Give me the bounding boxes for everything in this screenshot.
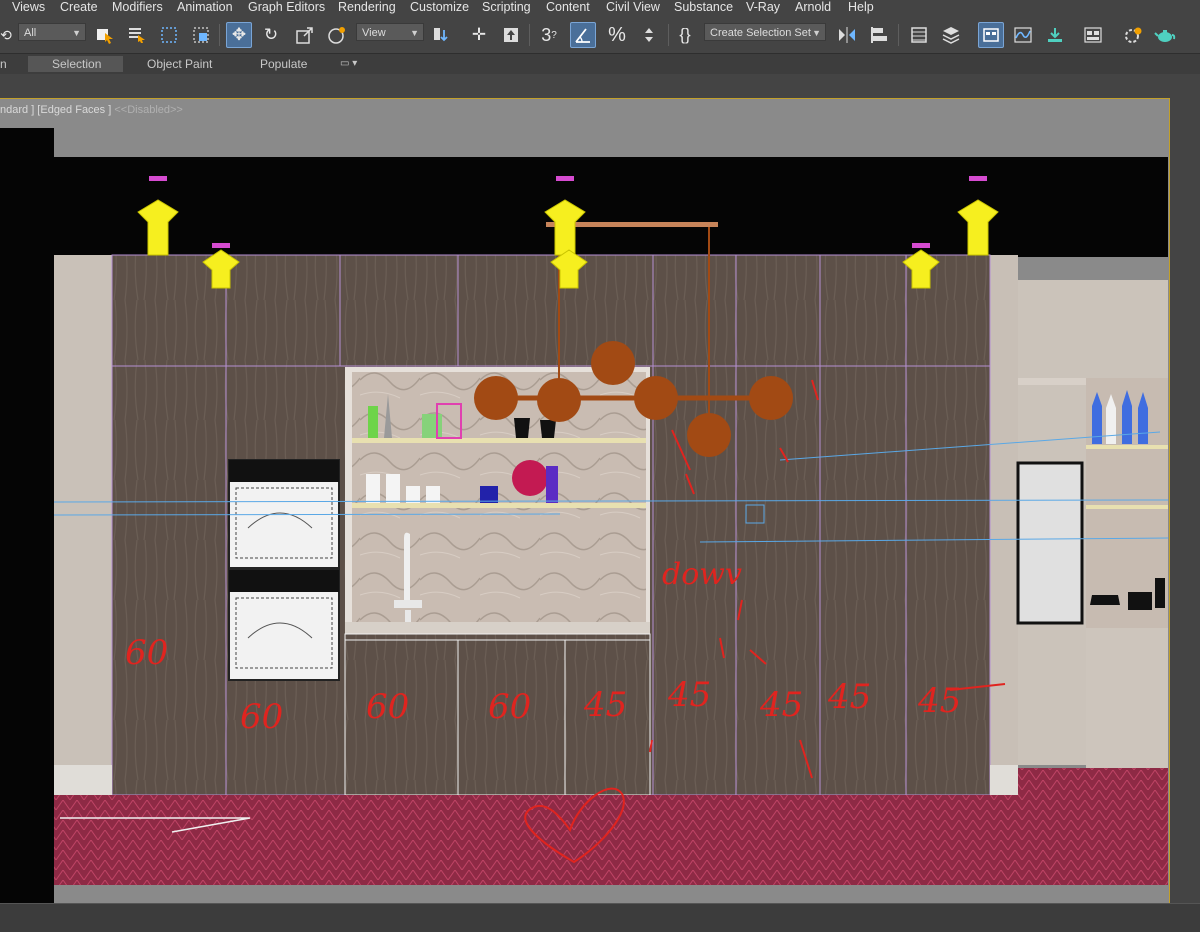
shelf-lower [352, 503, 646, 508]
right-oven [1016, 461, 1084, 625]
green-bottle [368, 406, 378, 438]
ceiling-soffit [54, 157, 1168, 257]
white-glass-4 [426, 486, 440, 503]
annotation-60-left: 60 [125, 633, 168, 673]
white-glass-3 [406, 486, 420, 503]
green-jar [422, 414, 442, 438]
left-wall [54, 255, 112, 795]
annotation-60-oven: 60 [240, 697, 283, 737]
annotation-45-4: 45 [827, 677, 871, 717]
annotation-45-1: 45 [583, 685, 627, 725]
viewport-scene[interactable]: 60 60 60 60 45 45 45 45 45 dowv [0, 0, 1200, 931]
right-wall-pillar [990, 255, 1018, 795]
red-plate [512, 460, 548, 496]
annotation-45-5: 45 [917, 681, 961, 721]
herringbone-floor [54, 795, 1168, 885]
white-glass-2 [386, 474, 400, 503]
status-bar [0, 903, 1200, 932]
annotation-60-base-1: 60 [366, 687, 409, 727]
faucet [404, 532, 410, 600]
black-cup-2 [540, 420, 556, 438]
annotation-60-base-2: 60 [488, 687, 531, 727]
blue-jar [480, 486, 498, 503]
annotation-45-3: 45 [759, 685, 803, 725]
viewport-label[interactable]: ndard ] [Edged Faces ] <<Disabled>> [0, 104, 183, 116]
white-glass-1 [366, 474, 380, 503]
annotation-45-2: 45 [667, 675, 711, 715]
annotation-scribble: dowv [662, 557, 742, 592]
countertop [345, 622, 650, 634]
purple-bottle [546, 466, 558, 503]
oven-lower [228, 569, 340, 681]
shelf-upper [352, 438, 646, 443]
black-cup-1 [514, 418, 530, 438]
